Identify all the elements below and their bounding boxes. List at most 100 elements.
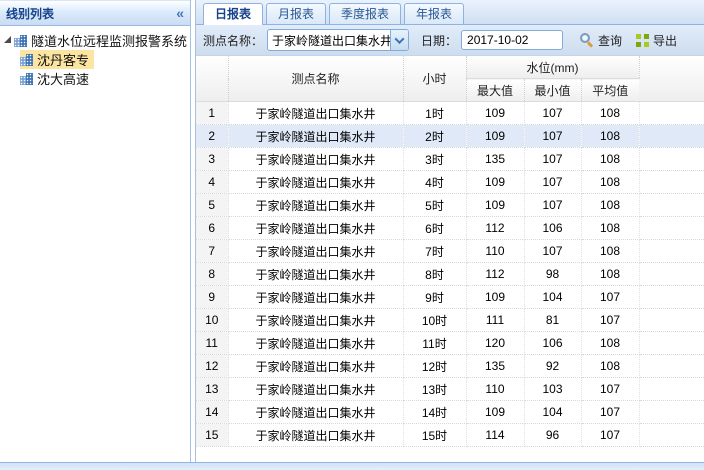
tab-yearly-report[interactable]: 年报表 — [404, 3, 464, 24]
tree-node-label: 沈大高速 — [37, 69, 89, 88]
cell-max: 111 — [466, 309, 524, 332]
cell-empty — [639, 263, 704, 286]
cell-empty — [639, 286, 704, 309]
table-row[interactable]: 5于家岭隧道出口集水井5时109107108 — [196, 194, 704, 217]
cell-rownum: 1 — [196, 102, 228, 125]
cell-empty — [639, 309, 704, 332]
column-header-hour[interactable]: 小时 — [403, 56, 466, 102]
cell-rownum: 12 — [196, 355, 228, 378]
cell-max: 110 — [466, 378, 524, 401]
cell-max: 109 — [466, 286, 524, 309]
table-row[interactable]: 14于家岭隧道出口集水井14时109104107 — [196, 401, 704, 424]
cell-max: 109 — [466, 171, 524, 194]
cell-empty — [639, 217, 704, 240]
table-row[interactable]: 3于家岭隧道出口集水井3时135107108 — [196, 148, 704, 171]
column-header-avg[interactable]: 平均值 — [581, 79, 639, 102]
cell-max: 109 — [466, 194, 524, 217]
cell-empty — [639, 355, 704, 378]
cell-empty — [639, 424, 704, 447]
building-icon — [20, 72, 34, 85]
cell-point-name: 于家岭隧道出口集水井 — [228, 378, 403, 401]
tree-node-root[interactable]: 隧道水位远程监测报警系统 — [3, 31, 192, 50]
cell-min: 104 — [524, 286, 581, 309]
cell-point-name: 于家岭隧道出口集水井 — [228, 148, 403, 171]
table-row[interactable]: 7于家岭隧道出口集水井7时110107108 — [196, 240, 704, 263]
table-body: 1于家岭隧道出口集水井1时1091071082于家岭隧道出口集水井2时10910… — [196, 102, 704, 447]
tab-daily-report[interactable]: 日报表 — [203, 3, 263, 25]
cell-empty — [639, 194, 704, 217]
cell-max: 135 — [466, 148, 524, 171]
cell-min: 98 — [524, 263, 581, 286]
tab-monthly-report[interactable]: 月报表 — [266, 3, 326, 24]
cell-rownum: 2 — [196, 125, 228, 148]
cell-rownum: 13 — [196, 378, 228, 401]
table-row[interactable]: 13于家岭隧道出口集水井13时110103107 — [196, 378, 704, 401]
export-button-label: 导出 — [653, 32, 677, 49]
cell-point-name: 于家岭隧道出口集水井 — [228, 286, 403, 309]
tab-quarterly-report[interactable]: 季度报表 — [329, 3, 401, 24]
table-row[interactable]: 12于家岭隧道出口集水井12时13592108 — [196, 355, 704, 378]
cell-empty — [639, 378, 704, 401]
column-header-max[interactable]: 最大值 — [466, 79, 524, 102]
collapse-sidebar-icon[interactable]: « — [176, 6, 184, 20]
cell-min: 104 — [524, 401, 581, 424]
table-row[interactable]: 1于家岭隧道出口集水井1时109107108 — [196, 102, 704, 125]
date-label: 日期： — [421, 32, 457, 49]
cell-min: 107 — [524, 240, 581, 263]
table-row[interactable]: 6于家岭隧道出口集水井6时112106108 — [196, 217, 704, 240]
cell-min: 107 — [524, 125, 581, 148]
water-level-table: 测点名称 小时 水位(mm) 最大值 最小值 平均值 1于家岭隧道出口集水井1时… — [196, 56, 704, 447]
table-row[interactable]: 15于家岭隧道出口集水井15时11496107 — [196, 424, 704, 447]
cell-point-name: 于家岭隧道出口集水井 — [228, 125, 403, 148]
cell-rownum: 11 — [196, 332, 228, 355]
sidebar-header: 线别列表 « — [0, 0, 190, 26]
table-row[interactable]: 10于家岭隧道出口集水井10时11181107 — [196, 309, 704, 332]
tree-node-shenda[interactable]: 沈大高速 — [20, 69, 94, 88]
tree-node-shendan[interactable]: 沈丹客专 — [20, 50, 94, 69]
table-row[interactable]: 11于家岭隧道出口集水井11时120106108 — [196, 332, 704, 355]
cell-empty — [639, 240, 704, 263]
cell-avg: 108 — [581, 125, 639, 148]
table-row[interactable]: 9于家岭隧道出口集水井9时109104107 — [196, 286, 704, 309]
cell-max: 109 — [466, 401, 524, 424]
date-input[interactable] — [461, 30, 563, 50]
expand-arrow-icon[interactable] — [4, 36, 11, 43]
cell-max: 112 — [466, 263, 524, 286]
cell-rownum: 14 — [196, 401, 228, 424]
cell-empty — [639, 125, 704, 148]
cell-avg: 108 — [581, 148, 639, 171]
cell-avg: 107 — [581, 309, 639, 332]
point-name-select[interactable]: 于家岭隧道出口集水井 — [267, 29, 409, 51]
cell-hour: 6时 — [403, 217, 466, 240]
point-name-label: 测点名称： — [203, 32, 263, 49]
column-header-min[interactable]: 最小值 — [524, 79, 581, 102]
cell-avg: 108 — [581, 240, 639, 263]
cell-point-name: 于家岭隧道出口集水井 — [228, 424, 403, 447]
cell-empty — [639, 171, 704, 194]
horizontal-scrollbar[interactable] — [0, 462, 704, 470]
cell-max: 135 — [466, 355, 524, 378]
query-button[interactable]: 查询 — [575, 30, 627, 51]
table-row[interactable]: 8于家岭隧道出口集水井8时11298108 — [196, 263, 704, 286]
building-icon — [14, 34, 28, 47]
cell-avg: 108 — [581, 102, 639, 125]
table-row[interactable]: 4于家岭隧道出口集水井4时109107108 — [196, 171, 704, 194]
cell-max: 112 — [466, 217, 524, 240]
cell-min: 106 — [524, 332, 581, 355]
cell-rownum: 10 — [196, 309, 228, 332]
cell-rownum: 3 — [196, 148, 228, 171]
chevron-down-icon[interactable] — [390, 30, 408, 50]
cell-min: 107 — [524, 148, 581, 171]
cell-point-name: 于家岭隧道出口集水井 — [228, 240, 403, 263]
column-header-name[interactable]: 测点名称 — [228, 56, 403, 102]
table-row[interactable]: 2于家岭隧道出口集水井2时109107108 — [196, 125, 704, 148]
cell-rownum: 5 — [196, 194, 228, 217]
sidebar-title: 线别列表 — [6, 5, 54, 22]
tree-node-label: 沈丹客专 — [37, 50, 89, 69]
app-window: 线别列表 « 隧道水位远程监测报警系统 沈丹客专 沈大高速 — [0, 0, 704, 470]
export-button[interactable]: 导出 — [631, 30, 682, 51]
cell-min: 107 — [524, 102, 581, 125]
main-panel: 日报表 月报表 季度报表 年报表 测点名称： 于家岭隧道出口集水井 日期： 查询 — [195, 0, 704, 462]
cell-empty — [639, 401, 704, 424]
cell-avg: 108 — [581, 171, 639, 194]
